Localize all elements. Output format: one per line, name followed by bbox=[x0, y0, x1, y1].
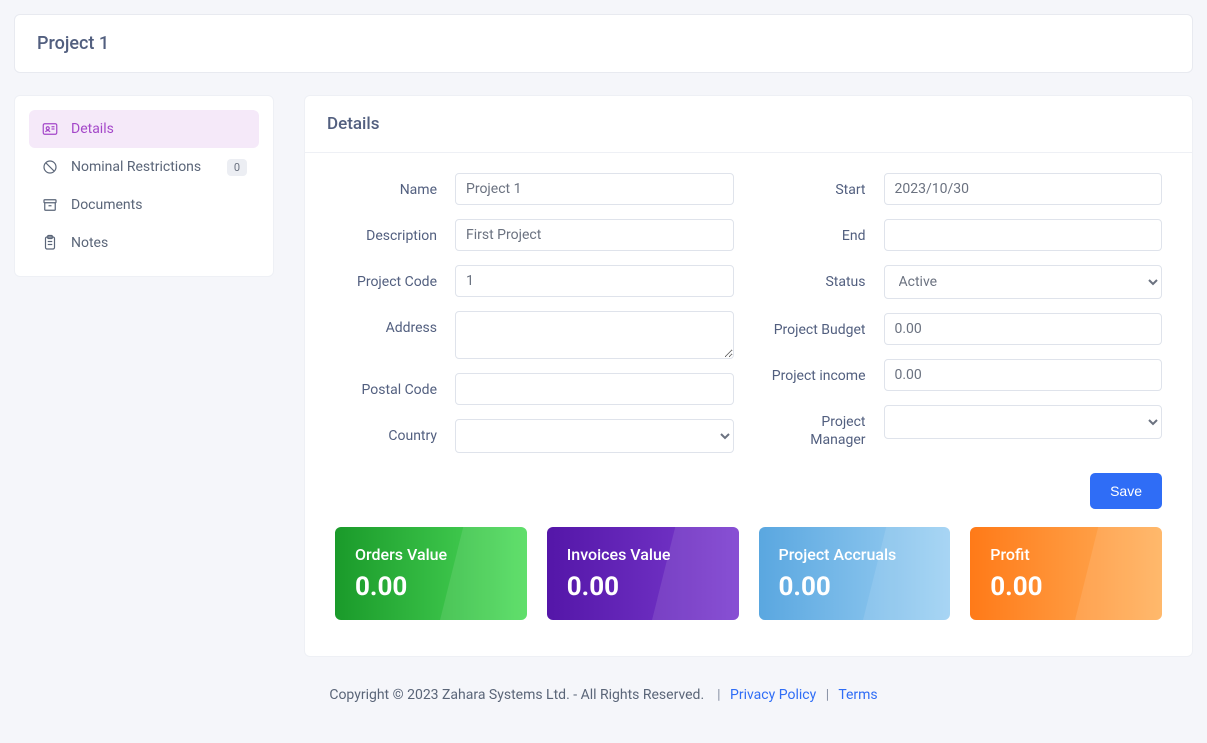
manager-label: Project Manager bbox=[764, 405, 884, 449]
sidebar-item-details[interactable]: Details bbox=[29, 110, 259, 148]
end-input[interactable] bbox=[884, 219, 1163, 251]
country-select[interactable] bbox=[455, 419, 734, 453]
postal-code-input[interactable] bbox=[455, 373, 734, 405]
footer: Copyright © 2023 Zahara Systems Ltd. - A… bbox=[14, 657, 1193, 729]
sidebar-item-nominal-restrictions[interactable]: Nominal Restrictions 0 bbox=[29, 148, 259, 186]
stat-card-profit: Profit 0.00 bbox=[970, 527, 1162, 620]
archive-icon bbox=[41, 196, 59, 214]
country-label: Country bbox=[335, 419, 455, 445]
save-button[interactable]: Save bbox=[1090, 473, 1162, 509]
details-heading: Details bbox=[305, 96, 1192, 153]
income-label: Project income bbox=[764, 359, 884, 385]
stat-card-invoices: Invoices Value 0.00 bbox=[547, 527, 739, 620]
name-input[interactable] bbox=[455, 173, 734, 205]
postal-code-label: Postal Code bbox=[335, 373, 455, 399]
income-input[interactable] bbox=[884, 359, 1163, 391]
start-label: Start bbox=[764, 173, 884, 199]
page-title: Project 1 bbox=[37, 33, 1170, 54]
footer-privacy-link[interactable]: Privacy Policy bbox=[730, 687, 816, 703]
id-card-icon bbox=[41, 120, 59, 138]
details-panel: Details Name Description Project Code bbox=[304, 95, 1193, 657]
budget-label: Project Budget bbox=[764, 313, 884, 339]
ban-icon bbox=[41, 158, 59, 176]
sidebar-item-documents[interactable]: Documents bbox=[29, 186, 259, 224]
project-code-input[interactable] bbox=[455, 265, 734, 297]
sidebar-item-notes[interactable]: Notes bbox=[29, 224, 259, 262]
footer-terms-link[interactable]: Terms bbox=[838, 687, 877, 703]
description-label: Description bbox=[335, 219, 455, 245]
title-card: Project 1 bbox=[14, 14, 1193, 73]
address-input[interactable] bbox=[455, 311, 734, 359]
form-left-column: Name Description Project Code Address bbox=[335, 173, 734, 467]
card-deco bbox=[861, 527, 951, 620]
manager-select[interactable] bbox=[884, 405, 1163, 439]
sidebar-item-label: Notes bbox=[71, 235, 108, 251]
stat-cards: Orders Value 0.00 Invoices Value 0.00 Pr… bbox=[305, 527, 1192, 656]
form-right-column: Start End Status Active Project bbox=[764, 173, 1163, 467]
sidebar-item-label: Details bbox=[71, 121, 114, 137]
sidebar-item-label: Nominal Restrictions bbox=[71, 159, 201, 175]
description-input[interactable] bbox=[455, 219, 734, 251]
status-select[interactable]: Active bbox=[884, 265, 1163, 299]
address-label: Address bbox=[335, 311, 455, 337]
name-label: Name bbox=[335, 173, 455, 199]
clipboard-icon bbox=[41, 234, 59, 252]
sidebar-item-label: Documents bbox=[71, 197, 142, 213]
budget-input[interactable] bbox=[884, 313, 1163, 345]
end-label: End bbox=[764, 219, 884, 245]
stat-card-orders: Orders Value 0.00 bbox=[335, 527, 527, 620]
status-label: Status bbox=[764, 265, 884, 291]
card-deco bbox=[437, 527, 527, 620]
card-deco bbox=[1072, 527, 1162, 620]
footer-sep: | bbox=[826, 687, 829, 703]
sidebar-badge-nominal: 0 bbox=[227, 159, 247, 176]
start-input[interactable] bbox=[884, 173, 1163, 205]
footer-sep: | bbox=[714, 687, 721, 703]
stat-card-accruals: Project Accruals 0.00 bbox=[759, 527, 951, 620]
footer-copyright: Copyright © 2023 Zahara Systems Ltd. - A… bbox=[329, 687, 704, 703]
sidebar: Details Nominal Restrictions 0 Documents bbox=[14, 95, 274, 277]
project-code-label: Project Code bbox=[335, 265, 455, 291]
